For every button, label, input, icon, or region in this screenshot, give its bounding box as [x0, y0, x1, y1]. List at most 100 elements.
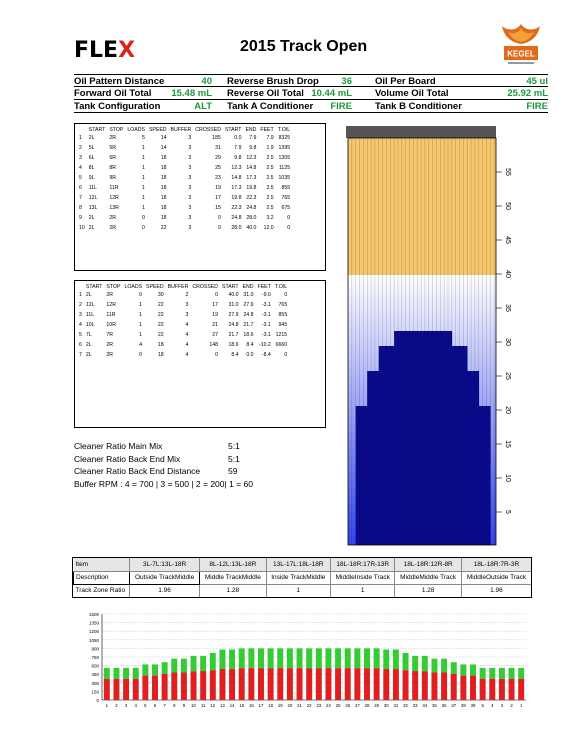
x-tick-label: 32 — [403, 703, 408, 708]
table-cell: 0 — [215, 292, 219, 298]
table-cell: 2.5 — [266, 175, 274, 181]
table-cell: 2 — [185, 292, 189, 298]
table-cell: 18 — [160, 165, 167, 171]
col-header: BUFFER — [167, 284, 189, 290]
col-header: T.OIL — [277, 127, 291, 133]
x-tick-label: 39 — [471, 703, 476, 708]
table-cell: 24.8 — [231, 215, 242, 221]
param-label: Tank B Conditioner — [375, 101, 462, 112]
bar-red — [277, 668, 284, 700]
bar-green — [315, 648, 322, 669]
table-cell: 5R — [109, 145, 116, 151]
lane-oil-board — [367, 371, 372, 545]
table-cell: 4 — [185, 342, 189, 348]
bar-red — [450, 673, 457, 700]
table-cell: 11R — [106, 312, 116, 318]
table-cell: 148 — [209, 342, 219, 348]
table-cell: 29 — [215, 155, 221, 161]
bar-red — [238, 668, 245, 700]
table-cell: 2L — [88, 135, 95, 141]
table-cell: 2L — [85, 342, 92, 348]
zone-cell: Inside TrackMiddle — [265, 571, 331, 585]
bar-green — [441, 658, 448, 673]
bar-red — [113, 678, 120, 700]
cleaner-ratios: Cleaner Ratio Main Mix 5:1 Cleaner Ratio … — [74, 440, 253, 490]
col-header: LOADS — [124, 284, 143, 290]
bar-red — [402, 670, 409, 700]
table-cell: 3 — [188, 195, 192, 201]
table-cell: 8L — [88, 165, 95, 171]
zone-cell: Item — [73, 558, 130, 572]
bar-red — [460, 675, 467, 700]
lane-axis-label: 45 — [504, 236, 511, 244]
zone-cell: Description — [73, 570, 130, 585]
bar-green — [383, 649, 390, 670]
table-cell: 3 — [188, 175, 192, 181]
table-cell: 1395 — [278, 145, 291, 151]
lane-oil-board — [413, 331, 418, 545]
table-row: 3 6L 6R 1 18 3 29 9.8 12.3 2.5 1305 — [77, 153, 292, 163]
lane-oil-board — [486, 406, 491, 545]
table-cell: 23 — [215, 175, 221, 181]
bar-green — [229, 649, 236, 670]
table-row: 5 7L 7R 1 22 4 27 21.7 18.6 -3.1 1215 — [77, 330, 289, 340]
x-tick-label: 17 — [259, 703, 264, 708]
table-cell: 13L — [88, 205, 98, 211]
bar-red — [325, 668, 332, 700]
table-cell: -3.1 — [261, 332, 271, 338]
x-tick-label: 14 — [230, 703, 235, 708]
lane-oil-board — [359, 406, 364, 545]
table-cell: 19 — [212, 312, 219, 318]
table-cell: 6 — [79, 342, 82, 348]
zone-cell: 1.96 — [128, 584, 200, 597]
lane-axis-label: 10 — [504, 474, 511, 482]
table-cell: 0.0 — [234, 135, 242, 141]
y-tick-label: 0 — [96, 698, 99, 703]
table-cell: 2.5 — [266, 195, 274, 201]
zone-cell: 18L-18R:7R-3R — [460, 558, 531, 572]
bar-green — [344, 648, 351, 669]
table-cell: 3 — [188, 135, 192, 141]
table-cell: 12.3 — [246, 155, 257, 161]
bar-red — [229, 669, 236, 700]
zone-cell: MiddleMiddle Track — [394, 571, 462, 585]
table-cell: 5 — [79, 175, 82, 181]
bar-red — [518, 678, 525, 700]
table-cell: 11R — [109, 185, 119, 191]
lane-oil-board — [394, 331, 399, 545]
bar-green — [431, 658, 438, 673]
table-row: 7 2L 2R 0 18 4 0 8.4 0.0 -8.4 0 — [77, 350, 289, 360]
col-header: FEET — [260, 127, 274, 133]
table-row: 6 2L 2R 4 18 4 148 18.6 8.4 -10.2 6660 — [77, 340, 289, 350]
table-cell: 28.0 — [231, 225, 242, 231]
bar-green — [286, 648, 293, 669]
table-cell: 4 — [79, 165, 82, 171]
table-cell: 7.9 — [249, 135, 257, 141]
table-cell: 7.9 — [234, 145, 242, 151]
table-cell: 4 — [185, 332, 189, 338]
bar-red — [152, 675, 158, 700]
table-cell: 2 — [79, 302, 82, 308]
table-cell: 1 — [142, 175, 145, 181]
lane-oil-board — [378, 346, 383, 545]
bar-green — [470, 664, 476, 676]
table-cell: 855 — [278, 312, 288, 318]
table-row: 2 12L 12R 1 22 3 17 31.0 27.9 -3.1 765 — [77, 300, 289, 310]
x-tick-label: 4 — [135, 703, 138, 708]
ratio-row: Buffer RPM : 4 = 700 | 3 = 500 | 2 = 200… — [74, 478, 253, 489]
dry-zone — [348, 138, 496, 275]
table-cell: 14 — [160, 135, 167, 141]
bar-red — [209, 670, 216, 700]
param-value: ALT — [194, 101, 212, 112]
x-tick-label: 10 — [191, 703, 196, 708]
table-cell: 22.3 — [246, 195, 257, 201]
zone-cell: MiddleInside Track — [330, 571, 395, 585]
bar-red — [431, 672, 438, 700]
table-cell: 3 — [188, 145, 192, 151]
table-cell: 3 — [188, 215, 192, 221]
lane-oil-board — [398, 331, 403, 545]
table-cell: -9.0 — [261, 292, 271, 298]
table-cell: 1 — [142, 185, 145, 191]
table-cell: 9L — [88, 175, 95, 181]
bar-red — [200, 671, 207, 700]
